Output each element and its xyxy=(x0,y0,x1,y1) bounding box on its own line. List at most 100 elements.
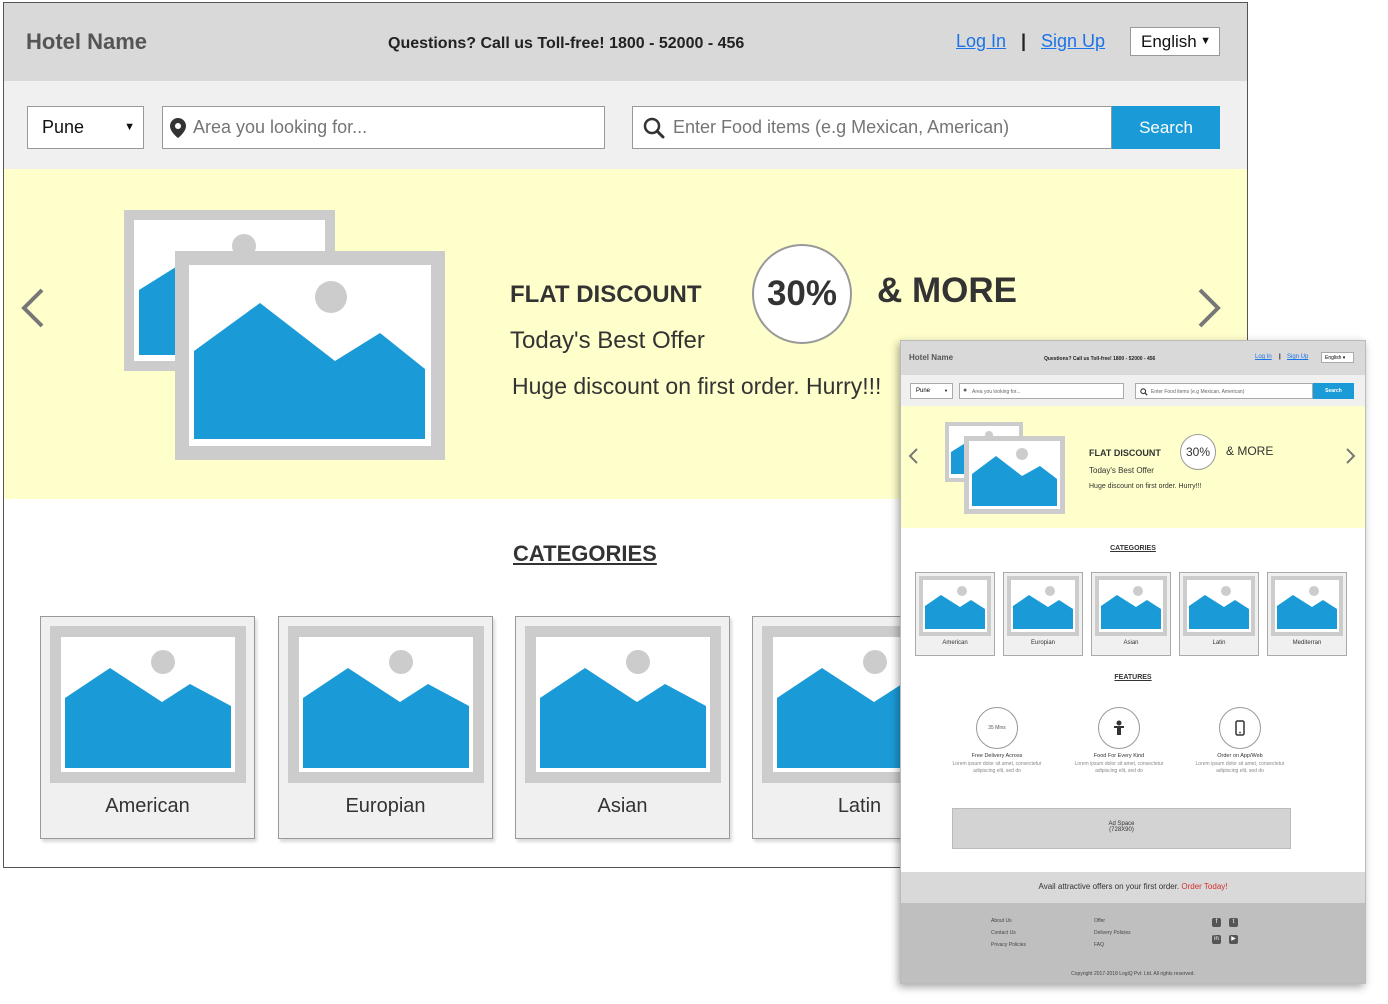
city-select[interactable]: Pune ▼ xyxy=(27,106,144,149)
category-label: Europian xyxy=(345,795,426,817)
preview-feature-desc: Lorem ipsum dolor sit amet, consectetur … xyxy=(1074,761,1164,774)
chevron-left-icon xyxy=(907,446,919,470)
login-link[interactable]: Log In xyxy=(956,31,1006,52)
preview-feature: Food For Every Kind Lorem ipsum dolor si… xyxy=(1064,707,1174,775)
preview-header: Hotel Name Questions? Call us Toll-free!… xyxy=(901,341,1365,375)
preview-feature: Order on App/Web Lorem ipsum dolor sit a… xyxy=(1185,707,1295,775)
order-today-link: Order Today! xyxy=(1181,882,1228,891)
copyright: Copyright 2017-2018 LogiQ Pvt. Ltd. All … xyxy=(1071,971,1195,977)
preview-banner: FLAT DISCOUNT 30% & MORE Today's Best Of… xyxy=(901,406,1365,528)
preview-flat-discount: FLAT DISCOUNT xyxy=(1089,448,1161,458)
preview-category-label: Latin xyxy=(1212,640,1226,646)
category-label: Asian xyxy=(597,795,648,817)
preview-signup-link: Sign Up xyxy=(1287,354,1309,360)
flat-discount-text: FLAT DISCOUNT xyxy=(510,281,702,308)
linkedin-icon: in xyxy=(1212,935,1221,944)
mobile-icon xyxy=(1219,707,1261,749)
image-placeholder-icon xyxy=(964,436,1065,514)
preview-search-bar: Pune ▼ ● Area you looking for... Enter Fo… xyxy=(901,375,1365,406)
preview-category-label: Europian xyxy=(1030,640,1056,646)
city-value: Pune xyxy=(42,117,85,137)
and-more-text: & MORE xyxy=(877,271,1017,310)
signup-link[interactable]: Sign Up xyxy=(1041,31,1105,52)
best-offer-text: Today's Best Offer xyxy=(510,327,705,354)
chevron-right-icon xyxy=(1345,446,1357,470)
image-placeholder-icon xyxy=(1095,576,1167,636)
preview-categories-title: CATEGORIES xyxy=(1110,545,1156,552)
preview-category-card: Latin xyxy=(1179,572,1259,656)
youtube-icon: ▶ xyxy=(1229,935,1238,944)
image-placeholder-icon xyxy=(919,576,991,636)
header-separator: | xyxy=(1021,31,1027,51)
footer-link: About Us xyxy=(991,918,1012,924)
footer-link: Privacy Policies xyxy=(991,942,1027,948)
preview-offer-description: Huge discount on first order. Hurry!!! xyxy=(1089,483,1202,490)
search-icon xyxy=(643,117,665,139)
area-input[interactable] xyxy=(193,117,593,138)
preview-feature-title: Free Delivery Across xyxy=(971,753,1023,759)
preview-category-card: American xyxy=(915,572,995,656)
preview-search-button: Search xyxy=(1313,383,1354,399)
facebook-icon: f xyxy=(1212,918,1221,927)
preview-ad-space: Ad Space (728X90) xyxy=(952,808,1291,849)
preview-area-input: ● Area you looking for... xyxy=(959,383,1124,399)
image-placeholder-icon xyxy=(1271,576,1343,636)
preview-category-card: Mediterran xyxy=(1267,572,1347,656)
food-input[interactable] xyxy=(673,117,1103,138)
caret-down-icon: ▼ xyxy=(124,121,135,133)
footer-link: Offer xyxy=(1094,918,1106,924)
language-value: English xyxy=(1141,32,1197,51)
preview-feature-title: Order on App/Web xyxy=(1217,753,1263,759)
preview-feature-desc: Lorem ipsum dolor sit amet, consectetur … xyxy=(952,761,1042,774)
image-placeholder-icon xyxy=(50,626,246,783)
banner-image-front xyxy=(175,251,445,460)
category-label: American xyxy=(105,795,190,817)
preview-and-more: & MORE xyxy=(1226,444,1274,458)
preview-language-value: English xyxy=(1325,355,1342,361)
offer-description: Huge discount on first order. Hurry!!! xyxy=(512,373,882,399)
preview-category-card: Asian xyxy=(1091,572,1171,656)
footer-link: FAQ xyxy=(1094,942,1105,948)
category-card[interactable]: Europian xyxy=(278,616,493,839)
preview-language-select: English ▾ xyxy=(1321,352,1354,363)
preview-category-label: Asian xyxy=(1123,640,1139,646)
preview-area-placeholder: Area you looking for... xyxy=(972,389,1021,395)
search-icon xyxy=(1140,388,1148,396)
preview-offer-bar: Avail attractive offers on your first or… xyxy=(901,872,1365,903)
category-card[interactable]: Asian xyxy=(515,616,730,839)
preview-discount-badge: 30% xyxy=(1180,434,1216,470)
preview-footer: About Us Contact Us Privacy Policies Off… xyxy=(901,903,1365,983)
footer-link: Delivery Policies xyxy=(1094,930,1131,936)
preview-feature-desc: Lorem ipsum dolor sit amet, consectetur … xyxy=(1195,761,1285,774)
footer-col-1: About Us Contact Us Privacy Policies xyxy=(991,915,1026,951)
preview-hotel-name: Hotel Name xyxy=(909,353,954,362)
discount-badge: 30% xyxy=(752,244,852,344)
preview-login-link: Log In xyxy=(1255,354,1272,360)
category-card[interactable]: American xyxy=(40,616,255,839)
clock-icon: 35 Mins xyxy=(976,707,1018,749)
area-field-wrapper xyxy=(162,106,605,149)
offer-bar-text: Avail attractive offers on your first or… xyxy=(1038,882,1180,891)
preview-category-label: American xyxy=(942,640,968,646)
chevron-right-icon[interactable] xyxy=(1194,282,1224,338)
search-button[interactable]: Search xyxy=(1112,106,1220,149)
search-bar: Pune ▼ Search xyxy=(4,81,1247,169)
preview-city-value: Pune xyxy=(916,388,931,394)
food-icon xyxy=(1098,707,1140,749)
preview-city-select: Pune ▼ xyxy=(910,383,953,399)
pin-icon: ● xyxy=(963,387,968,394)
preview-category-card: Europian xyxy=(1003,572,1083,656)
hotel-name[interactable]: Hotel Name xyxy=(26,29,147,55)
preview-food-input: Enter Food items (e.g Mexican, American) xyxy=(1135,383,1313,399)
chevron-left-icon[interactable] xyxy=(18,282,48,338)
footer-col-2: Offer Delivery Policies FAQ xyxy=(1094,915,1131,951)
preview-best-offer: Today's Best Offer xyxy=(1089,466,1154,475)
full-page-preview: Hotel Name Questions? Call us Toll-free!… xyxy=(900,340,1366,984)
caret-down-icon: ▼ xyxy=(944,388,948,393)
language-select[interactable]: English ▼ xyxy=(1130,27,1220,56)
preview-feature: 35 Mins Free Delivery Across Lorem ipsum… xyxy=(942,707,1052,775)
pin-icon xyxy=(170,118,186,138)
preview-feature-title: Food For Every Kind xyxy=(1093,753,1145,759)
header-bar: Hotel Name Questions? Call us Toll-free!… xyxy=(4,3,1247,81)
caret-down-icon: ▼ xyxy=(1200,35,1211,47)
